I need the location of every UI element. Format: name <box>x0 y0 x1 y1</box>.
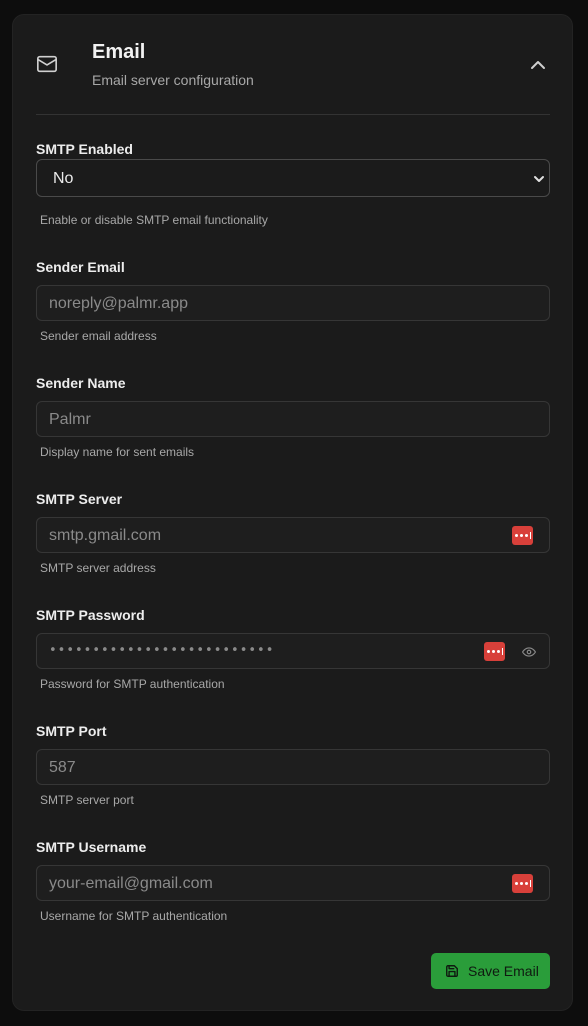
smtp-enabled-label: SMTP Enabled <box>36 141 133 157</box>
sender-name-placeholder: Palmr <box>49 411 91 428</box>
smtp-password-input[interactable]: •••••••••••••••••••••••••• <box>36 633 550 669</box>
password-manager-icon[interactable] <box>512 874 533 893</box>
smtp-enabled-help: Enable or disable SMTP email functionali… <box>40 213 268 227</box>
email-settings-card: Email Email server configuration SMTP En… <box>12 14 573 1011</box>
sender-name-input[interactable]: Palmr <box>36 401 550 437</box>
mail-icon <box>37 55 57 73</box>
smtp-server-input[interactable]: smtp.gmail.com <box>36 517 550 553</box>
smtp-port-help: SMTP server port <box>40 793 134 807</box>
smtp-username-help: Username for SMTP authentication <box>40 909 228 923</box>
smtp-username-placeholder: your-email@gmail.com <box>49 875 213 892</box>
chevron-down-icon <box>534 176 544 182</box>
sender-email-help: Sender email address <box>40 329 157 343</box>
sender-email-label: Sender Email <box>36 259 125 275</box>
save-email-label: Save Email <box>468 963 539 979</box>
smtp-server-placeholder: smtp.gmail.com <box>49 527 162 544</box>
save-icon <box>446 965 458 977</box>
sender-email-input[interactable]: noreply@palmr.app <box>36 285 550 321</box>
smtp-username-input[interactable]: your-email@gmail.com <box>36 865 550 901</box>
smtp-port-placeholder: 587 <box>49 759 76 776</box>
smtp-username-label: SMTP Username <box>36 839 147 855</box>
smtp-password-label: SMTP Password <box>36 607 145 623</box>
password-manager-icon[interactable] <box>512 526 533 545</box>
eye-icon[interactable] <box>521 645 537 659</box>
smtp-enabled-value: No <box>53 170 74 187</box>
section-subtitle: Email server configuration <box>92 72 254 88</box>
save-email-button[interactable]: Save Email <box>431 953 550 989</box>
smtp-password-masked-value: •••••••••••••••••••••••••• <box>49 643 275 658</box>
smtp-server-help: SMTP server address <box>40 561 156 575</box>
smtp-port-input[interactable]: 587 <box>36 749 550 785</box>
chevron-up-icon[interactable] <box>526 53 550 77</box>
smtp-password-help: Password for SMTP authentication <box>40 677 225 691</box>
smtp-server-label: SMTP Server <box>36 491 123 507</box>
smtp-enabled-select[interactable]: No <box>36 159 550 197</box>
password-manager-icon[interactable] <box>484 642 505 661</box>
sender-name-help: Display name for sent emails <box>40 445 195 459</box>
section-title: Email <box>92 41 146 63</box>
smtp-port-label: SMTP Port <box>36 723 107 739</box>
sender-name-label: Sender Name <box>36 375 126 391</box>
sender-email-placeholder: noreply@palmr.app <box>49 295 188 312</box>
card-header[interactable]: Email Email server configuration <box>36 15 550 115</box>
